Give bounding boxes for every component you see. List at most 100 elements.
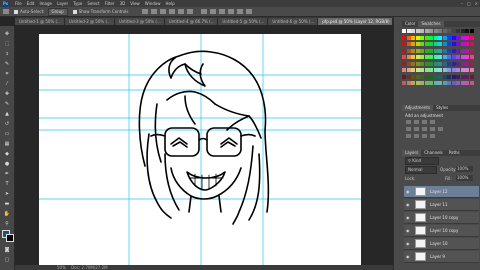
swatch[interactable] [438, 48, 442, 53]
swatch[interactable] [451, 74, 456, 79]
swatch[interactable] [424, 74, 429, 79]
swatch[interactable] [438, 29, 442, 33]
distribute-top-icon[interactable] [201, 9, 208, 14]
swatch[interactable] [442, 42, 447, 46]
swatch[interactable] [456, 48, 460, 53]
swatch[interactable] [433, 61, 438, 66]
swatch[interactable] [424, 68, 429, 72]
swatch[interactable] [424, 48, 429, 53]
swatch[interactable] [429, 74, 433, 79]
swatch[interactable] [402, 35, 406, 40]
swatch[interactable] [438, 42, 442, 46]
swatch[interactable] [438, 61, 442, 66]
swatch[interactable] [460, 74, 465, 79]
layer-row[interactable]: ◉ Layer 11 [404, 199, 479, 211]
swatch[interactable] [465, 55, 469, 59]
swatch[interactable] [420, 42, 424, 46]
swatch[interactable] [424, 61, 429, 66]
swatch[interactable] [442, 55, 447, 59]
swatch[interactable] [411, 35, 415, 40]
maximize-icon[interactable]: □ [467, 1, 471, 6]
swatch[interactable] [424, 42, 429, 46]
quick-select-tool-icon[interactable]: ✎ [3, 60, 11, 67]
hand-tool-icon[interactable]: ✋ [3, 210, 11, 217]
align-bottom-icon[interactable] [160, 9, 167, 14]
tab-doc-3[interactable]: Untitled-3 @ 50% (... [114, 18, 165, 25]
swatch[interactable] [406, 48, 411, 53]
layer-row[interactable]: ◉ Layer 12 [404, 186, 479, 198]
swatch[interactable] [460, 42, 465, 46]
swatch[interactable] [447, 74, 451, 79]
swatch[interactable] [424, 29, 429, 33]
zoom-readout[interactable]: 50% [57, 265, 66, 270]
swatch[interactable] [456, 81, 460, 85]
swatch[interactable] [442, 81, 447, 85]
swatch[interactable] [402, 42, 406, 46]
brush-tool-icon[interactable]: ✎ [3, 100, 11, 107]
swatch[interactable] [411, 61, 415, 66]
swatch[interactable] [420, 29, 424, 33]
tab-swatches[interactable]: Swatches [418, 21, 444, 27]
distribute-middle-icon[interactable] [210, 9, 217, 14]
swatch[interactable] [460, 81, 465, 85]
swatch[interactable] [415, 48, 420, 53]
eyedropper-tool-icon[interactable]: ⁄ [3, 80, 11, 87]
close-icon[interactable]: × [475, 1, 478, 6]
swatch[interactable] [456, 74, 460, 79]
eye-icon[interactable]: ◉ [406, 241, 411, 246]
black-white-icon[interactable] [430, 127, 435, 131]
curves-icon[interactable] [422, 120, 427, 124]
swatch[interactable] [429, 81, 433, 85]
swatch[interactable] [456, 61, 460, 66]
crop-tool-icon[interactable]: ⌗ [3, 70, 11, 77]
opacity-input[interactable]: 100% [456, 166, 473, 172]
swatch[interactable] [420, 74, 424, 79]
swatch[interactable] [411, 29, 415, 33]
swatch[interactable] [402, 61, 406, 66]
swatch[interactable] [460, 48, 465, 53]
menu-select[interactable]: Select [87, 1, 99, 6]
swatch[interactable] [460, 68, 465, 72]
swatch[interactable] [442, 68, 447, 72]
swatch[interactable] [429, 29, 433, 33]
tab-paths[interactable]: Paths [446, 150, 463, 156]
swatch[interactable] [433, 68, 438, 72]
swatch[interactable] [451, 81, 456, 85]
eraser-tool-icon[interactable]: ▭ [3, 130, 11, 137]
swatch[interactable] [451, 29, 456, 33]
swatch[interactable] [451, 35, 456, 40]
swatch[interactable] [469, 55, 474, 59]
lasso-tool-icon[interactable]: ↄ [3, 50, 11, 57]
swatch[interactable] [415, 81, 420, 85]
tab-doc-1[interactable]: Untitled-1 @ 50% (... [15, 18, 65, 25]
swatch[interactable] [469, 48, 474, 53]
swatch[interactable] [411, 68, 415, 72]
tab-adjustments[interactable]: Adjustments [402, 105, 434, 111]
swatch[interactable] [406, 81, 411, 85]
invert-icon[interactable] [406, 134, 411, 138]
swatch[interactable] [411, 74, 415, 79]
swatch[interactable] [402, 55, 406, 59]
swatch[interactable] [456, 68, 460, 72]
distribute-left-icon[interactable] [228, 9, 235, 14]
swatch[interactable] [411, 55, 415, 59]
zoom-tool-icon[interactable]: ⚲ [3, 220, 11, 227]
align-right-icon[interactable] [187, 9, 194, 14]
path-select-tool-icon[interactable]: ➤ [3, 190, 11, 197]
swatch[interactable] [469, 42, 474, 46]
swatch[interactable] [415, 68, 420, 72]
swatch[interactable] [447, 68, 451, 72]
healing-tool-icon[interactable]: ✚ [3, 90, 11, 97]
exposure-icon[interactable] [430, 120, 435, 124]
swatch[interactable] [415, 29, 420, 33]
layer-row[interactable]: ◉ Layer 10 copy [404, 225, 479, 237]
brightness-icon[interactable] [406, 120, 411, 124]
swatch[interactable] [456, 29, 460, 33]
layer-row[interactable]: ◉ Layer 9 [404, 251, 479, 263]
swatch[interactable] [429, 42, 433, 46]
swatch[interactable] [429, 68, 433, 72]
swatch[interactable] [447, 48, 451, 53]
swatch[interactable] [465, 29, 469, 33]
dodge-tool-icon[interactable]: ● [3, 160, 11, 167]
swatch[interactable] [460, 35, 465, 40]
